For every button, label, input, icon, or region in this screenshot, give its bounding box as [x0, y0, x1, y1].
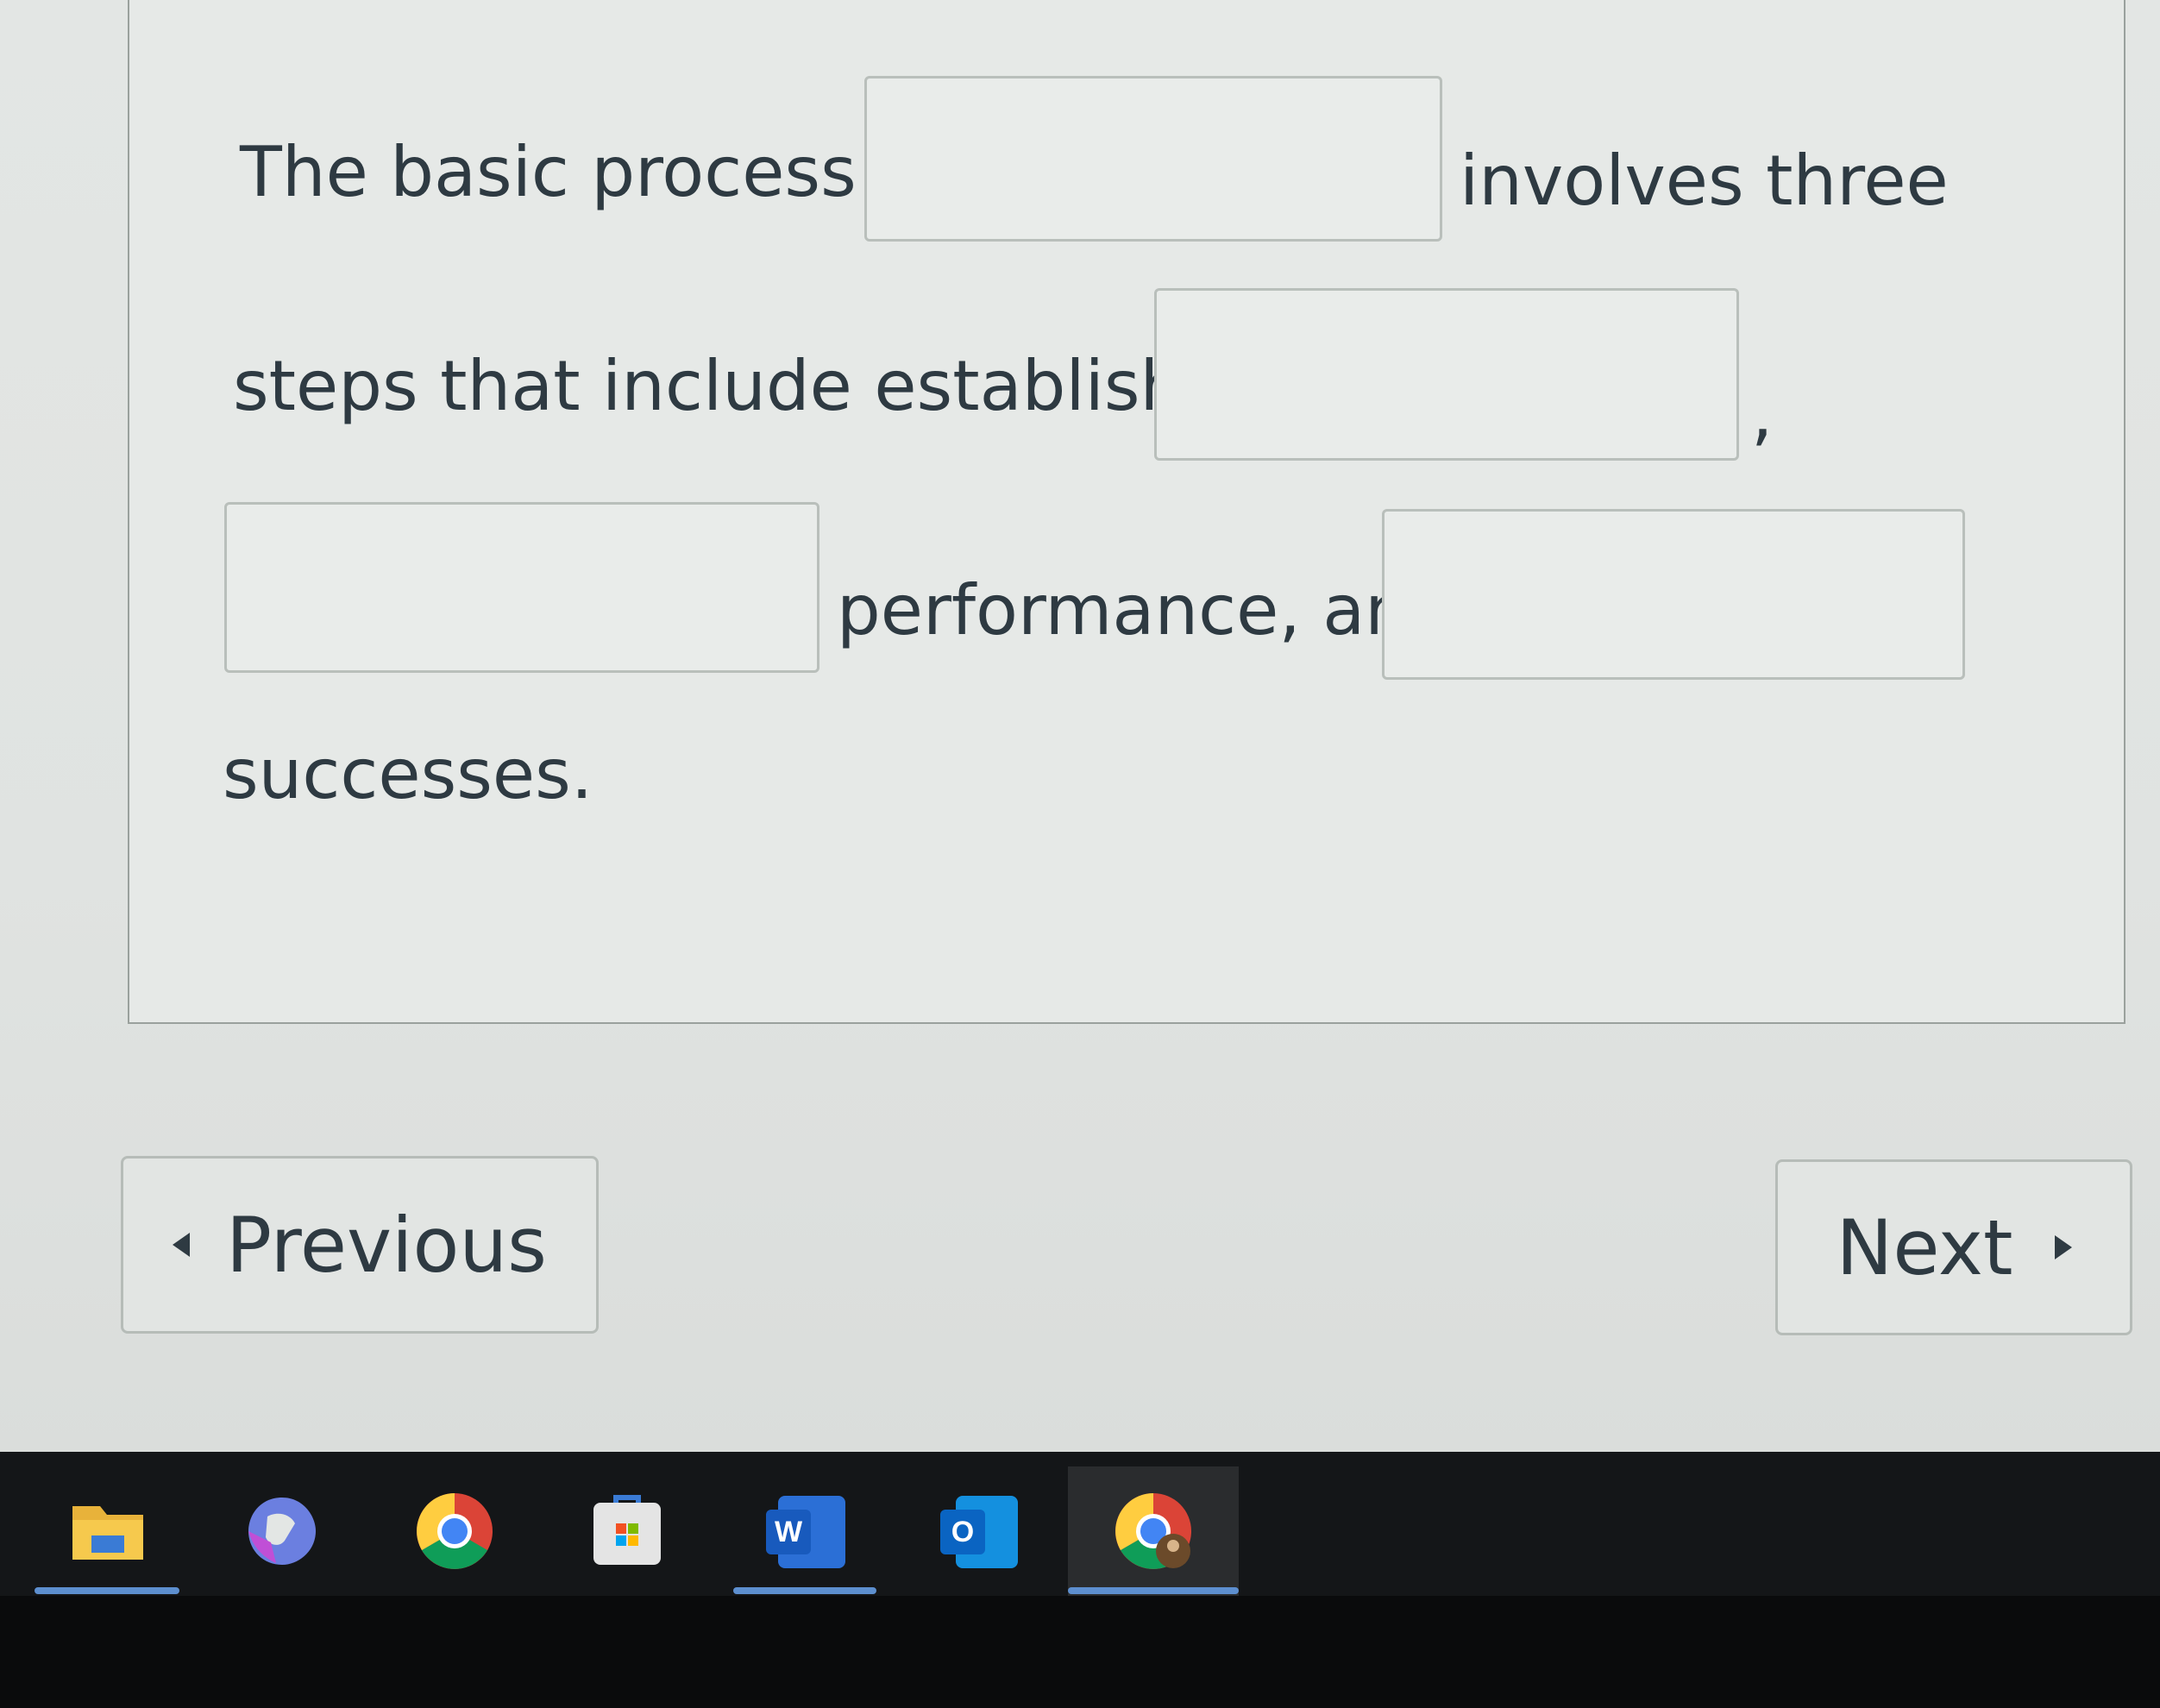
word-running-indicator — [733, 1587, 876, 1594]
taskbar-chrome[interactable] — [383, 1466, 526, 1596]
question-text-line3-after: performance, and — [837, 570, 1453, 650]
next-button[interactable]: Next — [1775, 1159, 2132, 1335]
taskbar-outlook[interactable]: O — [906, 1466, 1049, 1596]
question-text-line4: successes. — [223, 734, 593, 814]
next-label: Next — [1836, 1203, 2013, 1292]
previous-label: Previous — [226, 1200, 547, 1290]
taskbar-copilot[interactable] — [210, 1466, 354, 1596]
chrome-profile-running-indicator — [1068, 1587, 1239, 1594]
taskbar-lower-strip — [0, 1596, 2160, 1708]
chrome-profile-icon — [1115, 1493, 1191, 1569]
chrome-icon — [417, 1493, 493, 1569]
outlook-icon: O — [937, 1491, 1018, 1572]
taskbar-store[interactable] — [556, 1466, 699, 1596]
caret-left-icon — [173, 1233, 191, 1257]
word-icon: W — [764, 1491, 845, 1572]
copilot-icon — [248, 1498, 316, 1565]
file-explorer-running-indicator — [35, 1587, 179, 1594]
previous-button[interactable]: Previous — [121, 1156, 599, 1334]
question-text-line1-after: involves three — [1460, 141, 1949, 221]
comma-text: , — [1751, 374, 1774, 454]
taskbar-file-explorer[interactable] — [36, 1466, 179, 1596]
answer-blank-3[interactable] — [224, 502, 819, 673]
answer-blank-1[interactable] — [864, 76, 1442, 242]
file-explorer-icon — [72, 1506, 143, 1560]
caret-right-icon — [2054, 1235, 2072, 1259]
question-text-line2: steps that include establishing — [233, 346, 1290, 426]
microsoft-store-icon — [593, 1495, 661, 1565]
answer-blank-4[interactable] — [1382, 509, 1965, 680]
answer-blank-2[interactable] — [1154, 288, 1739, 461]
question-text-line1: The basic process of — [240, 132, 945, 212]
taskbar-word[interactable]: W — [733, 1466, 876, 1596]
taskbar-chrome-profile[interactable] — [1068, 1466, 1239, 1596]
